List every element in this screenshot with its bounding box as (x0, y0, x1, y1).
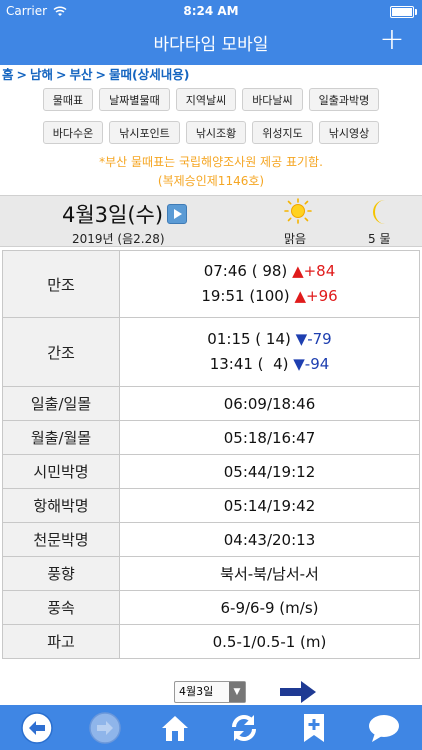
moonrise-moonset-value: 05:18/16:47 (119, 420, 420, 455)
low-tide-row: 01:15 ( 14) ▼-79 (120, 327, 419, 352)
home-icon[interactable] (158, 711, 192, 745)
table-row-low-tide: 간조 01:15 ( 14) ▼-79 13:41 ( 4) ▼-94 (2, 317, 420, 387)
status-bar: Carrier 8:24 AM (0, 0, 422, 22)
table-row: 풍향 북서-북/남서-서 (2, 556, 420, 591)
tide-change: -94 (304, 355, 330, 373)
wave-height-value: 0.5-1/0.5-1 (m) (119, 624, 420, 659)
down-arrow-icon: ▼ (293, 355, 305, 373)
menu-row-2: 바다수온 낚시포인트 낚시조황 위성지도 낚시영상 (0, 121, 422, 144)
menu-satellite-map-button[interactable]: 위성지도 (252, 121, 313, 144)
sunrise-sunset-value: 06:09/18:46 (119, 386, 420, 421)
table-row: 항해박명 05:14/19:42 (2, 488, 420, 523)
date-main: 4월3일(수) (62, 199, 188, 229)
wind-direction-value: 북서-북/남서-서 (119, 556, 420, 591)
sunrise-sunset-label: 일출/일몰 (2, 386, 120, 421)
table-row: 월출/월몰 05:18/16:47 (2, 420, 420, 455)
nautical-twilight-value: 05:14/19:42 (119, 488, 420, 523)
down-arrow-icon: ▼ (295, 330, 308, 348)
chevron-down-icon: ▼ (229, 682, 245, 702)
notice-line-2: (복제승인제1146호) (157, 174, 265, 188)
chat-bubble-icon[interactable] (367, 711, 401, 745)
low-tide-row: 13:41 ( 4) ▼-94 (120, 352, 419, 377)
breadcrumb-sep: > (95, 67, 106, 82)
high-tide-label: 만조 (2, 250, 120, 318)
battery-fill (392, 8, 412, 16)
date-select[interactable]: 4월3일 ▼ (174, 681, 246, 703)
tide-time: 13:41 ( 4) (209, 355, 289, 373)
breadcrumb-sep: > (56, 67, 67, 82)
next-day-arrow-icon[interactable] (279, 679, 317, 705)
add-button[interactable]: + (378, 25, 406, 55)
date-header: 4월3일(수) 2019년 (음2.28) 맑음 5 물 (0, 195, 422, 247)
forward-arrow-icon[interactable] (88, 711, 122, 745)
bottom-toolbar (0, 705, 422, 750)
menu-sunrise-twilight-button[interactable]: 일출과박명 (308, 88, 380, 111)
astronomical-twilight-label: 천문박명 (2, 522, 120, 557)
bookmark-add-icon[interactable] (297, 711, 331, 745)
play-icon[interactable] (167, 204, 188, 224)
tide-time: 19:51 (100) (201, 287, 290, 305)
menu-tide-table-button[interactable]: 물때표 (42, 88, 94, 111)
lunar-date: 2019년 (음2.28) (72, 232, 165, 246)
civil-twilight-label: 시민박명 (2, 454, 120, 489)
wind-direction-label: 풍향 (2, 556, 120, 591)
breadcrumb: 홈 > 남해 > 부산 > 물때(상세내용) (0, 65, 422, 85)
menu-row-1: 물때표 날짜별물때 지역날씨 바다날씨 일출과박명 (0, 88, 422, 111)
high-tide-values: 07:46 ( 98) ▲+84 19:51 (100) ▲+96 (119, 250, 420, 318)
app-header: Carrier 8:24 AM 바다타임 모바일 + (0, 0, 422, 65)
date-label: 4월3일(수) (62, 203, 164, 227)
low-tide-values: 01:15 ( 14) ▼-79 13:41 ( 4) ▼-94 (119, 317, 420, 387)
breadcrumb-region[interactable]: 남해 (30, 67, 53, 82)
breadcrumb-city[interactable]: 부산 (70, 67, 93, 82)
status-time: 8:24 AM (183, 4, 239, 18)
back-arrow-icon[interactable] (20, 711, 54, 745)
crescent-moon-icon (373, 200, 385, 224)
menu-fishing-point-button[interactable]: 낚시포인트 (109, 121, 180, 144)
breadcrumb-home[interactable]: 홈 (2, 67, 14, 82)
nautical-twilight-label: 항해박명 (2, 488, 120, 523)
page: Carrier 8:24 AM 바다타임 모바일 + 홈 > 남해 > 부산 > 물때(상세… (0, 0, 422, 750)
table-row: 풍속 6-9/6-9 (m/s) (2, 590, 420, 625)
wave-height-label: 파고 (2, 624, 120, 659)
table-row: 시민박명 05:44/19:12 (2, 454, 420, 489)
astronomical-twilight-value: 04:43/20:13 (119, 522, 420, 557)
tide-time: 07:46 ( 98) (203, 262, 288, 280)
tide-time: 01:15 ( 14) (207, 330, 291, 348)
high-tide-row: 19:51 (100) ▲+96 (120, 284, 419, 309)
weather-text: 맑음 (284, 232, 307, 246)
civil-twilight-value: 05:44/19:12 (119, 454, 420, 489)
high-tide-row: 07:46 ( 98) ▲+84 (120, 259, 419, 284)
tide-phase: 5 물 (368, 232, 391, 246)
up-arrow-icon: ▲ (294, 287, 306, 305)
up-arrow-icon: ▲ (292, 262, 304, 280)
tide-table: 만조 07:46 ( 98) ▲+84 19:51 (100) ▲+96 간조 … (2, 250, 420, 659)
table-row: 파고 0.5-1/0.5-1 (m) (2, 624, 420, 659)
menu-sea-temp-button[interactable]: 바다수온 (42, 121, 104, 144)
date-select-value: 4월3일 (179, 685, 214, 698)
menu-sea-weather-button[interactable]: 바다날씨 (242, 88, 303, 111)
menu-tide-by-date-button[interactable]: 날짜별물때 (99, 88, 170, 111)
table-row: 일출/일몰 06:09/18:46 (2, 386, 420, 421)
menu-local-weather-button[interactable]: 지역날씨 (175, 88, 237, 111)
wind-speed-value: 6-9/6-9 (m/s) (119, 590, 420, 625)
breadcrumb-current: 물때(상세내용) (109, 67, 190, 82)
low-tide-label: 간조 (2, 317, 120, 387)
page-title: 바다타임 모바일 (153, 35, 269, 55)
menu-grid: 물때표 날짜별물때 지역날씨 바다날씨 일출과박명 바다수온 낚시포인트 낚시조… (0, 88, 422, 154)
tide-change: +96 (306, 287, 338, 305)
tide-change: -79 (307, 330, 332, 348)
sun-icon (284, 198, 312, 224)
breadcrumb-sep: > (16, 67, 27, 82)
moonrise-moonset-label: 월출/월몰 (2, 420, 120, 455)
table-row: 천문박명 04:43/20:13 (2, 522, 420, 557)
battery-icon (390, 6, 417, 18)
menu-fishing-video-button[interactable]: 낚시영상 (318, 121, 380, 144)
table-row-high-tide: 만조 07:46 ( 98) ▲+84 19:51 (100) ▲+96 (2, 250, 420, 318)
wind-speed-label: 풍속 (2, 590, 120, 625)
notice-line-1: *부산 물때표는 국립해양조사원 제공 표기함. (99, 155, 323, 169)
tide-change: +84 (303, 262, 336, 280)
refresh-icon[interactable] (227, 711, 261, 745)
menu-fishing-report-button[interactable]: 낚시조황 (185, 121, 247, 144)
